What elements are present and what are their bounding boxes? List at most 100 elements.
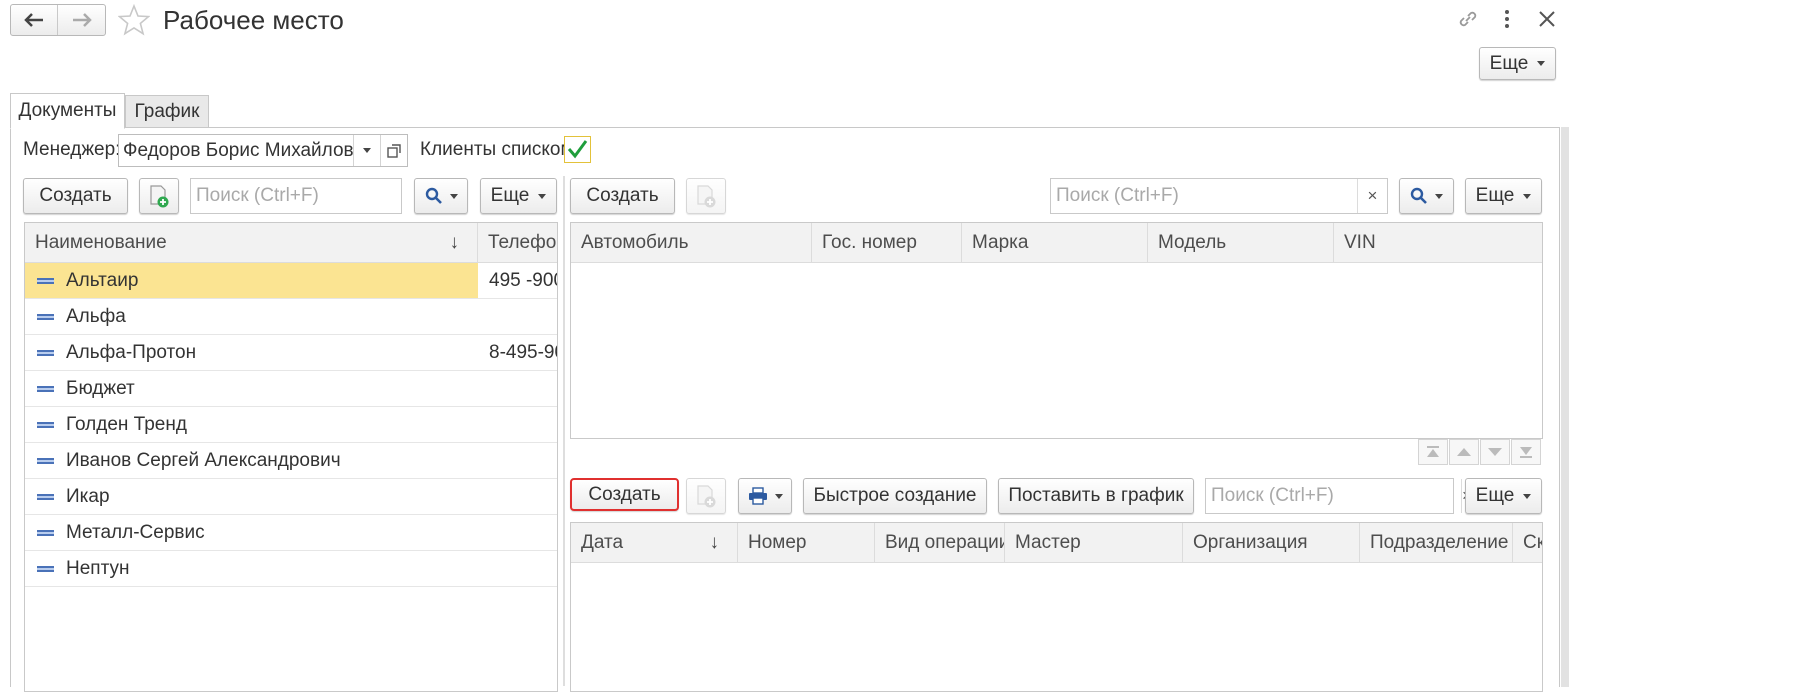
link-icon[interactable] — [1457, 8, 1479, 35]
chevron-down-icon — [449, 193, 458, 199]
client-phone — [478, 407, 557, 442]
panel-splitter[interactable] — [563, 176, 565, 686]
col-organization-label: Организация — [1193, 531, 1308, 553]
catalog-item-icon — [37, 565, 54, 572]
move-first-button[interactable] — [1418, 439, 1448, 465]
client-name: Бюджет — [66, 377, 135, 399]
col-warehouse[interactable]: Ск — [1513, 523, 1542, 562]
move-last-icon — [1520, 447, 1532, 458]
tab-documents-label: Документы — [18, 100, 117, 121]
documents-copy-button[interactable] — [686, 478, 726, 514]
client-name: Альфа — [66, 305, 126, 327]
close-icon[interactable] — [1537, 9, 1557, 34]
chevron-down-icon — [774, 493, 783, 499]
cars-search-field[interactable]: × — [1050, 178, 1388, 214]
table-row[interactable]: Альтаир 495 -900 — [25, 263, 557, 299]
documents-more-label: Еще — [1475, 485, 1515, 506]
more-vertical-icon[interactable] — [1500, 8, 1514, 35]
clients-search-field[interactable]: × — [190, 178, 457, 214]
clients-create-button[interactable]: Создать — [23, 178, 128, 214]
client-phone — [478, 443, 557, 478]
col-date[interactable]: Дата ↓ — [571, 523, 738, 562]
cars-more-button[interactable]: Еще — [1465, 178, 1542, 214]
col-name[interactable]: Наименование ↓ — [25, 223, 478, 262]
client-name: Альтаир — [66, 269, 139, 291]
move-down-button[interactable] — [1480, 439, 1510, 465]
chevron-down-icon — [1523, 493, 1532, 499]
form-more-button[interactable]: Еще — [1479, 47, 1556, 80]
cars-search-button[interactable] — [1399, 178, 1454, 214]
clients-search-input[interactable] — [191, 179, 446, 213]
col-master[interactable]: Мастер — [1005, 523, 1183, 562]
forward-button[interactable] — [58, 5, 105, 35]
col-operation[interactable]: Вид операции — [875, 523, 1005, 562]
catalog-item-icon — [37, 421, 54, 428]
table-row[interactable]: Нептун — [25, 551, 557, 587]
clear-icon[interactable]: × — [1357, 179, 1387, 213]
window-title: Рабочее место — [163, 5, 344, 35]
checkmark-icon — [567, 140, 588, 159]
table-row[interactable]: Альфа — [25, 299, 557, 335]
favorite-star-icon[interactable] — [117, 3, 151, 41]
col-organization[interactable]: Организация — [1183, 523, 1360, 562]
col-brand-label: Марка — [972, 231, 1029, 253]
col-department[interactable]: Подразделение — [1360, 523, 1513, 562]
open-button[interactable] — [380, 135, 407, 166]
documents-create-button[interactable]: Создать — [570, 478, 679, 511]
move-up-button[interactable] — [1449, 439, 1479, 465]
documents-search-field[interactable]: × — [1205, 478, 1472, 514]
col-department-label: Подразделение — [1370, 531, 1509, 553]
col-vin-label: VIN — [1344, 231, 1376, 253]
clients-more-button[interactable]: Еще — [480, 178, 557, 214]
clients-copy-button[interactable] — [139, 178, 179, 214]
quick-create-button[interactable]: Быстрое создание — [803, 478, 987, 514]
move-up-icon — [1457, 448, 1471, 456]
table-row[interactable]: Бюджет — [25, 371, 557, 407]
cars-copy-button[interactable] — [686, 178, 726, 214]
client-phone: 8-495-90 — [489, 341, 557, 363]
documents-create-label: Создать — [588, 483, 661, 505]
documents-table-header: Дата ↓ Номер Вид операции Мастер Организ… — [571, 523, 1542, 563]
cars-create-button[interactable]: Создать — [570, 178, 675, 214]
clients-list-checkbox[interactable] — [564, 136, 591, 163]
back-button[interactable] — [11, 5, 59, 35]
col-phone[interactable]: Телефон — [478, 223, 557, 262]
dropdown-button[interactable] — [353, 135, 380, 166]
tab-schedule[interactable]: График — [125, 95, 209, 128]
col-model-label: Модель — [1158, 231, 1227, 253]
schedule-button[interactable]: Поставить в график — [998, 478, 1194, 514]
chevron-down-icon — [538, 193, 547, 199]
col-plate[interactable]: Гос. номер — [812, 223, 962, 262]
col-vin[interactable]: VIN — [1334, 223, 1542, 262]
clients-list-label: Клиенты списком: — [420, 139, 579, 160]
catalog-item-icon — [37, 313, 54, 320]
search-icon — [1410, 187, 1427, 204]
right-scrollbar[interactable] — [1561, 127, 1569, 687]
col-number[interactable]: Номер — [738, 523, 875, 562]
col-model[interactable]: Модель — [1148, 223, 1334, 262]
manager-field[interactable]: Федоров Борис Михайлович — [118, 134, 408, 167]
documents-table: Дата ↓ Номер Вид операции Мастер Организ… — [570, 522, 1543, 692]
table-row[interactable]: Иванов Сергей Александрович — [25, 443, 557, 479]
clients-search-button[interactable] — [414, 178, 468, 214]
tab-documents[interactable]: Документы — [10, 93, 125, 129]
table-row[interactable]: Голден Тренд — [25, 407, 557, 443]
move-last-button[interactable] — [1511, 439, 1541, 465]
create-copy-icon — [697, 185, 716, 208]
print-button[interactable] — [738, 478, 792, 514]
cars-search-input[interactable] — [1051, 179, 1357, 213]
table-row[interactable]: Альфа-Протон 8-495-90 — [25, 335, 557, 371]
col-date-label: Дата — [581, 531, 624, 553]
cars-create-label: Создать — [586, 185, 659, 206]
table-row[interactable]: Металл-Сервис — [25, 515, 557, 551]
col-car[interactable]: Автомобиль — [571, 223, 812, 262]
table-row[interactable]: Икар — [25, 479, 557, 515]
col-brand[interactable]: Марка — [962, 223, 1148, 262]
documents-more-button[interactable]: Еще — [1465, 478, 1542, 514]
col-plate-label: Гос. номер — [822, 231, 917, 253]
documents-search-input[interactable] — [1206, 479, 1461, 513]
client-phone: 495 -900 — [489, 269, 557, 291]
catalog-item-icon — [37, 277, 54, 284]
client-name: Голден Тренд — [66, 413, 187, 435]
col-car-label: Автомобиль — [581, 231, 689, 253]
